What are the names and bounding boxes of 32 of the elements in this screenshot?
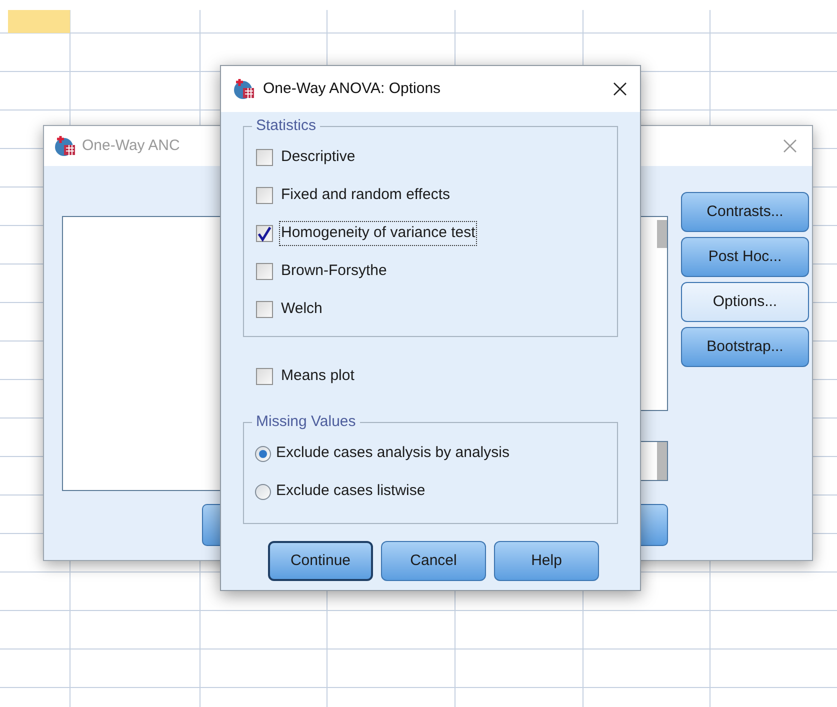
checkbox-label[interactable]: Brown-Forsythe [279, 259, 389, 284]
checkbox-label[interactable]: Welch [279, 297, 324, 322]
checkbox-label[interactable]: Fixed and random effects [279, 183, 452, 208]
scrollbar-thumb[interactable] [657, 442, 667, 480]
app-icon [233, 78, 255, 100]
checkbox-label[interactable]: Homogeneity of variance test [279, 221, 478, 246]
checkbox[interactable] [256, 263, 273, 280]
radio-label[interactable]: Exclude cases analysis by analysis [276, 442, 510, 465]
window-title: One-Way ANC [82, 136, 180, 156]
dialog-button[interactable]: Post Hoc... [681, 237, 809, 277]
close-icon[interactable] [612, 81, 628, 97]
checkbox[interactable] [256, 225, 273, 242]
group-title: Missing Values [252, 412, 360, 432]
dialog-button[interactable]: Continue [268, 541, 373, 581]
checkbox[interactable] [256, 187, 273, 204]
dialog-button[interactable]: Contrasts... [681, 192, 809, 232]
dialog-button[interactable]: Help [494, 541, 599, 581]
scrollbar-thumb[interactable] [657, 220, 667, 248]
dialog-button[interactable]: Bootstrap... [681, 327, 809, 367]
spreadsheet-cell[interactable] [8, 10, 70, 33]
radio-label[interactable]: Exclude cases listwise [276, 480, 426, 503]
checkbox[interactable] [256, 368, 273, 385]
app-icon [54, 135, 76, 157]
radio-button[interactable] [255, 446, 271, 462]
checkbox-label[interactable]: Means plot [279, 365, 356, 388]
dialog-button[interactable]: Options... [681, 282, 809, 322]
checkbox[interactable] [256, 301, 273, 318]
checkbox-label[interactable]: Descriptive [279, 145, 358, 170]
dialog-title: One-Way ANOVA: Options [263, 78, 441, 99]
dialog-button[interactable]: Cancel [381, 541, 486, 581]
checkbox[interactable] [256, 149, 273, 166]
radio-button[interactable] [255, 484, 271, 500]
